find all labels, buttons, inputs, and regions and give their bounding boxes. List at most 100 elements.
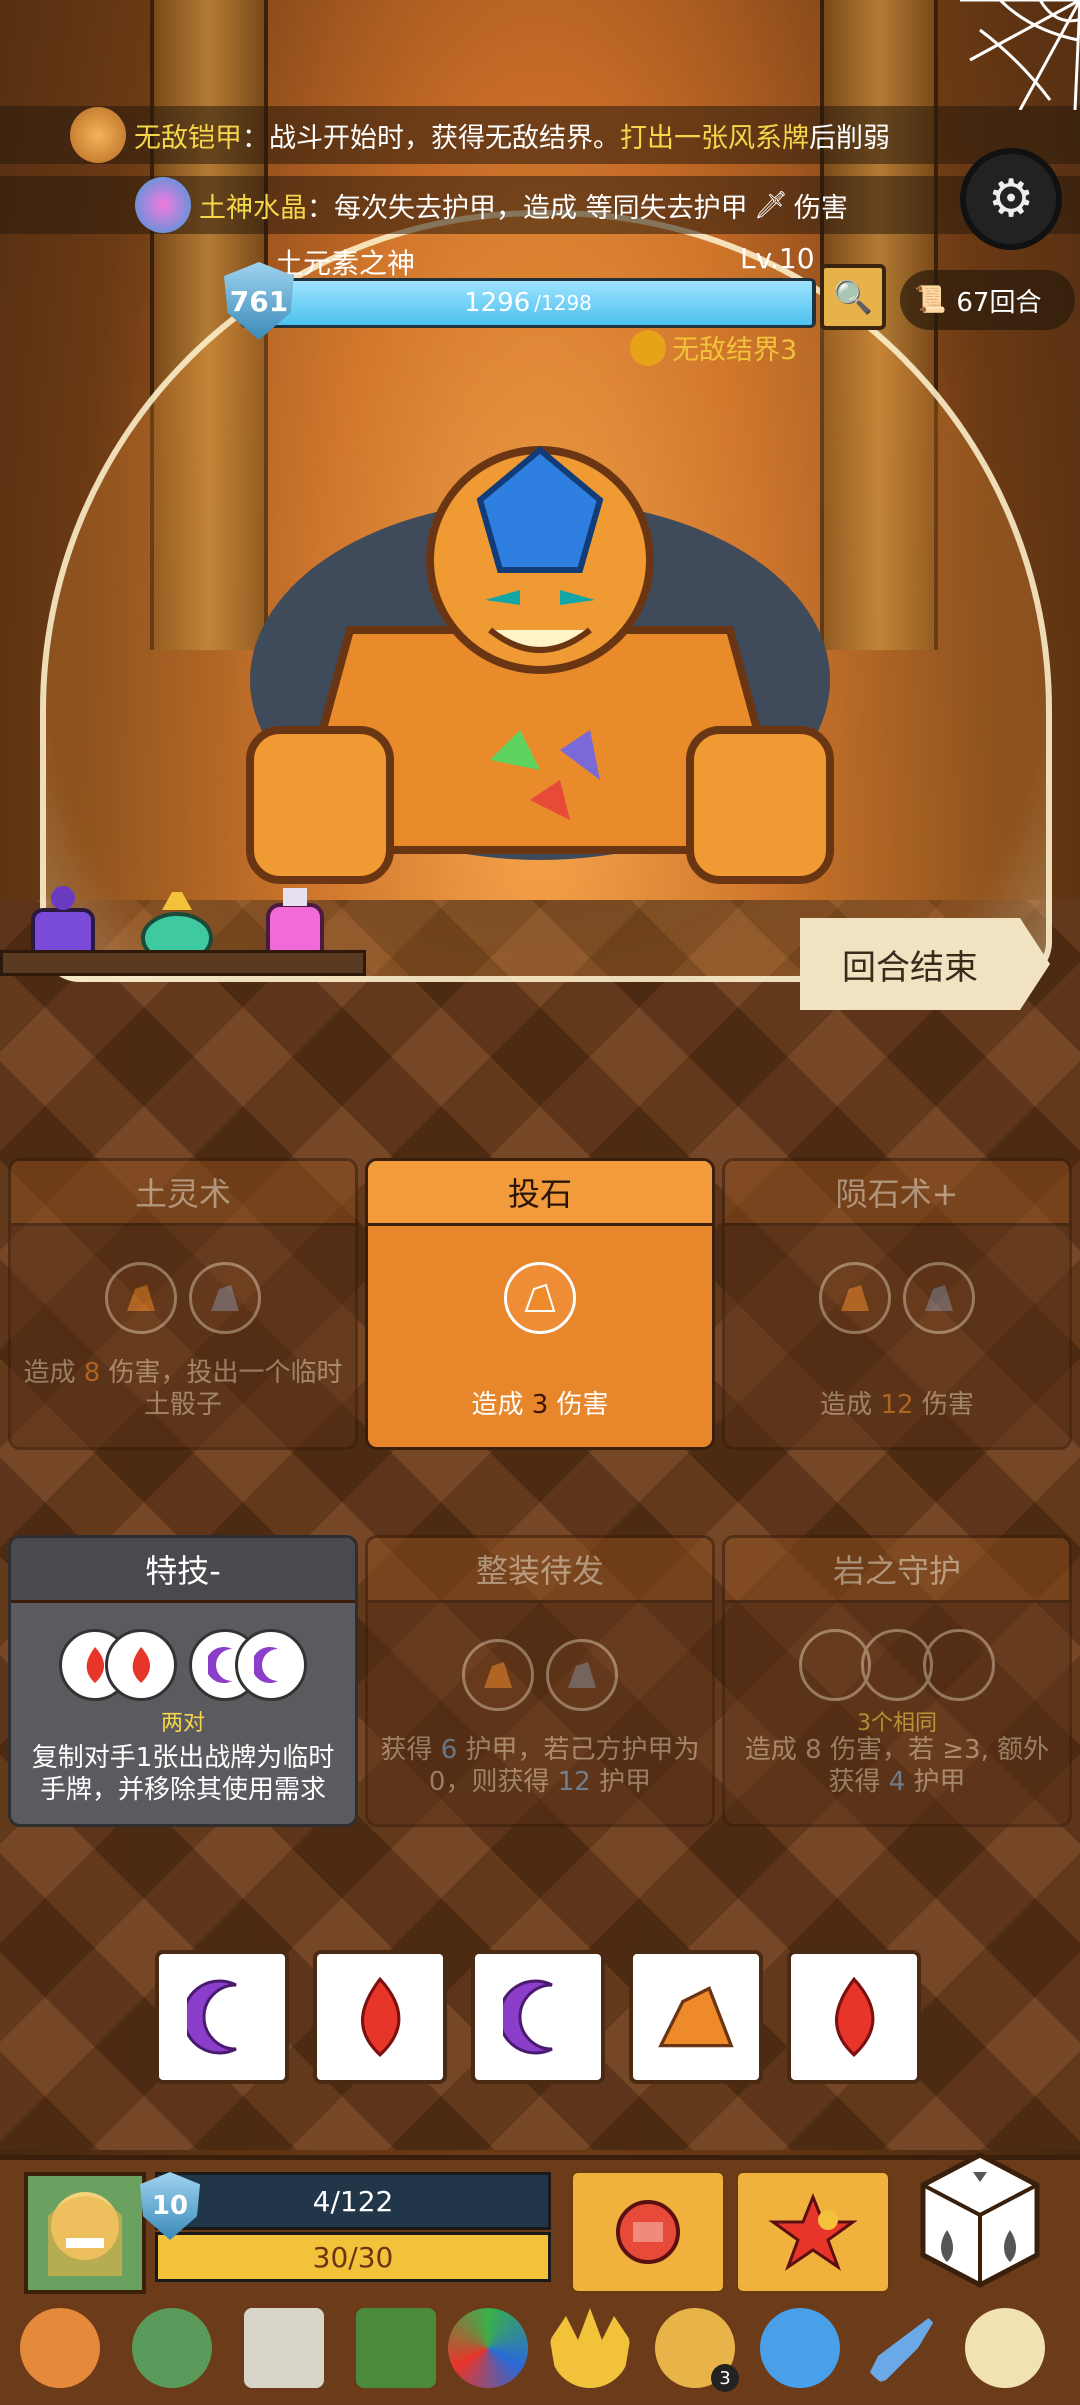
card-title: 土灵术 [11,1161,355,1226]
fist-icon [616,2200,680,2264]
explosion-skill-button[interactable] [735,2170,891,2294]
relic-count-badge: 3 [711,2364,739,2392]
settings-gear-icon[interactable]: ⚙ [960,148,1062,250]
fire-icon [361,1976,401,2057]
rock-slot-icon [189,1262,261,1334]
player-xp-bar: 4/122 [155,2172,551,2230]
status-separator: ： [242,122,269,154]
empty-slot-icon [923,1629,995,1701]
status-text: 战斗开始时，获得无敌结界。 [269,122,620,154]
card-rock-guard[interactable]: 岩之守护 3个相同 造成 8 伤害，若 ≥3, 额外获得 4 护甲 [722,1535,1072,1827]
armor-value: 12 [557,1767,591,1797]
moon-slot-icon [235,1629,307,1701]
status-text-after: 后削弱 [809,122,890,154]
desc-part: 造成 [471,1390,524,1420]
rock-slot-icon [462,1639,534,1711]
end-turn-button[interactable]: 回合结束 [800,918,1050,1010]
hero-portrait-icon [28,2176,142,2290]
status-name: 土神水晶 [199,192,307,224]
status-name: 无敌铠甲 [134,122,242,154]
card-meteor[interactable]: 陨石术+ 造成 12 伤害 [722,1158,1072,1450]
rock-slot-icon [903,1262,975,1334]
relic-money-bag-icon[interactable]: 3 [655,2308,739,2392]
die-fire[interactable] [313,1950,447,2084]
player-avatar[interactable] [24,2172,146,2294]
turn-counter: 📜 67回合 [900,270,1075,330]
status-text: 每次失去护甲，造成 等同失去护甲 [334,192,748,224]
card-requirement: 两对 [160,1711,205,1736]
card-description: 获得 6 护甲，若己方护甲为0，则获得 12 护甲 [378,1734,702,1798]
rock-slot-icon [546,1639,618,1711]
player-hp-bar: 30/30 [155,2232,551,2282]
potion-shelf [0,950,366,976]
card-description: 造成 8 伤害，投出一个临时土骰子 [21,1357,345,1421]
relic-scroll-icon[interactable] [244,2308,324,2388]
relic-elemental-orb-icon[interactable] [448,2308,528,2388]
die-moon[interactable] [155,1950,289,2084]
card-throw-stone[interactable]: 投石 造成 3 伤害 [365,1158,715,1450]
card-title: 陨石术+ [725,1161,1069,1226]
armor-value: 4 [888,1767,906,1797]
die-fire[interactable] [787,1950,921,2084]
roll-dice-button[interactable] [915,2150,1045,2290]
card-special-skill[interactable]: 特技- 两对 复制对手1张出战牌为临时手牌，并移除其使用需求 [8,1535,358,1827]
damage-value: 12 [880,1390,914,1420]
scroll-icon: 📜 [914,285,947,315]
card-ready-to-go[interactable]: 整装待发 获得 6 护甲，若己方护甲为0，则获得 12 护甲 [365,1535,715,1827]
fire-icon [835,1976,875,2057]
enemy-armor-value: 761 [229,284,289,318]
enemy-buff[interactable]: 无敌结界3 [630,328,797,367]
relic-blue-gem-icon[interactable] [760,2308,840,2388]
card-earth-spirit[interactable]: 土灵术 造成 8 伤害，投出一个临时土骰子 [8,1158,358,1450]
card-title: 投石 [368,1161,712,1226]
turn-counter-text: 67回合 [956,287,1042,318]
die-moon[interactable] [471,1950,605,2084]
player-hp-text: 30/30 [312,2240,394,2274]
dice-roll-icon [920,2152,1040,2288]
rock-icon [658,1986,734,2048]
die-rock[interactable] [629,1950,763,2084]
moon-icon [187,1979,237,2055]
barrier-buff-icon [630,329,666,366]
sword-icon: 🗡 [753,190,788,221]
enemy-hp-max: /1298 [534,291,592,315]
desc-part: 护甲 [913,1767,966,1797]
damage-value: 8 [83,1358,101,1388]
enemy-level: Lv.10 [740,242,815,275]
punch-skill-button[interactable] [570,2170,726,2294]
status-highlight: 打出一张风系牌 [620,122,809,154]
player-armor-value: 10 [151,2191,189,2221]
card-title: 特技- [11,1538,355,1603]
end-turn-label: 回合结束 [842,947,978,988]
inspect-magnifier-icon[interactable]: 🔍 [820,264,886,330]
card-description: 复制对手1张出战牌为临时手牌，并移除其使用需求 [31,1743,335,1805]
relic-green-book-icon[interactable] [356,2308,436,2388]
card-description: 造成 12 伤害 [735,1389,1059,1421]
card-description: 造成 8 伤害，若 ≥3, 额外获得 4 护甲 [735,1734,1059,1798]
desc-part: 伤害，若 [829,1735,934,1765]
relic-claw-icon[interactable] [965,2308,1045,2388]
crystal-relic-icon [135,177,191,233]
relic-turtle-shell-icon[interactable] [132,2308,212,2388]
status-text-after: 伤害 [793,192,848,224]
fire-slot-icon [105,1629,177,1701]
status-earth-crystal[interactable]: 土神水晶 ： 每次失去护甲，造成 等同失去护甲 🗡 伤害 [0,176,1080,234]
desc-part: 伤害 [921,1390,974,1420]
player-xp-text: 4/122 [312,2184,394,2218]
rock-slot-icon [819,1262,891,1334]
armor-relic-icon [70,107,126,163]
enemy-hp-bar: 1296 /1298 [240,278,816,328]
desc-part: 伤害，投出一个临时土骰子 [108,1358,343,1420]
desc-part: 造成 [744,1735,797,1765]
earth-elemental-boss [246,446,834,884]
relic-armor-icon[interactable] [20,2308,100,2388]
status-invincible-armor[interactable]: 无敌铠甲 ： 战斗开始时，获得无敌结界。 打出一张风系牌 后削弱 [0,106,1080,164]
player-stats: 4/122 30/30 [155,2172,551,2282]
rock-slot-icon [105,1262,177,1334]
rock-slot-icon [504,1262,576,1334]
desc-part: 伤害 [556,1390,609,1420]
damage-value: 8 [805,1735,822,1765]
status-separator: ： [307,192,334,224]
damage-value: 3 [531,1390,549,1420]
card-title: 整装待发 [368,1538,712,1603]
